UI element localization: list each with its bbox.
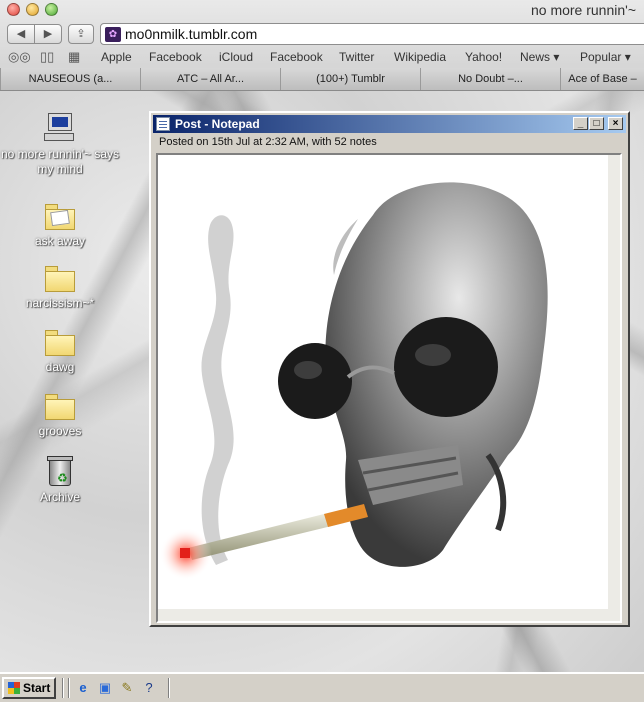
start-button[interactable]: Start <box>2 677 56 699</box>
url-text: mo0nmilk.tumblr.com <box>125 26 258 42</box>
bookmark-icloud[interactable]: iCloud <box>219 50 253 64</box>
notepad-titlebar[interactable]: Post - Notepad _ □ × <box>153 115 626 133</box>
tab-no-doubt[interactable]: No Doubt –... <box>420 68 560 90</box>
browser-toolbar: ◀ ▶ ⇪ ✿ mo0nmilk.tumblr.com <box>0 21 644 47</box>
bookmark-yahoo[interactable]: Yahoo! <box>465 50 502 64</box>
close-button[interactable]: × <box>608 117 623 130</box>
bookmarks-bar: ◎◎ ▯▯ ▦ Apple Facebook iCloud Facebook T… <box>0 47 644 67</box>
desktop-icon-dawg[interactable]: dawg <box>0 326 120 375</box>
help-icon[interactable]: ? <box>140 679 158 697</box>
open-folder-icon <box>45 204 75 230</box>
recycle-bin-icon: ♻ <box>47 456 73 486</box>
bookmark-apple[interactable]: Apple <box>101 50 132 64</box>
desktop-icon-label: no more runnin'~ says my mind <box>0 147 120 176</box>
folder-icon <box>45 330 75 356</box>
desktop-icon[interactable]: ▣ <box>96 679 114 697</box>
horizontal-scrollbar[interactable] <box>158 609 620 621</box>
taskbar-separator <box>62 678 64 698</box>
internet-explorer-icon[interactable]: e <box>74 679 92 697</box>
zoom-window-button[interactable] <box>45 3 58 16</box>
bookmark-wikipedia[interactable]: Wikipedia <box>394 50 446 64</box>
window-title: no more runnin'~ <box>530 2 636 18</box>
back-button[interactable]: ◀ <box>7 24 35 44</box>
desktop-icon-label: narcissism~* <box>25 296 95 310</box>
tab-tumblr[interactable]: (100+) Tumblr <box>280 68 420 90</box>
bookmarks-book-icon[interactable]: ▯▯ <box>40 49 54 65</box>
bookmark-news-menu[interactable]: News ▾ <box>520 50 559 64</box>
notepad-icon[interactable]: ✎ <box>118 679 136 697</box>
desktop-icon-label: grooves <box>38 424 82 438</box>
site-favicon-icon: ✿ <box>105 27 121 42</box>
browser-chrome: no more runnin'~ ◀ ▶ ⇪ ✿ mo0nmilk.tumblr… <box>0 0 644 91</box>
taskbar-separator <box>68 678 70 698</box>
desktop-icon-label: Archive <box>39 490 80 504</box>
bookmark-facebook-2[interactable]: Facebook <box>270 50 323 64</box>
browser-titlebar: no more runnin'~ <box>0 0 644 20</box>
address-bar[interactable]: ✿ mo0nmilk.tumblr.com <box>100 23 644 45</box>
vertical-scrollbar[interactable] <box>608 155 620 621</box>
reading-list-icon[interactable]: ◎◎ <box>8 49 31 65</box>
maximize-button[interactable]: □ <box>589 117 604 130</box>
notepad-title: Post - Notepad <box>175 117 260 131</box>
share-icon[interactable]: ⇪ <box>68 24 94 44</box>
minimize-button[interactable]: _ <box>573 117 588 130</box>
bookmark-facebook[interactable]: Facebook <box>149 50 202 64</box>
tab-bar: NAUSEOUS (a... ATC – All Ar... (100+) Tu… <box>0 68 644 90</box>
desktop-icon-grooves[interactable]: grooves <box>0 390 120 439</box>
computer-icon <box>44 113 76 143</box>
desktop-icon-label: dawg <box>45 360 75 374</box>
top-sites-grid-icon[interactable]: ▦ <box>68 49 80 65</box>
desktop-icon-narcissism[interactable]: narcissism~* <box>0 262 120 311</box>
close-window-button[interactable] <box>7 3 20 16</box>
start-label: Start <box>23 681 51 695</box>
desktop-icon-home[interactable]: no more runnin'~ says my mind <box>0 113 120 177</box>
forward-button[interactable]: ▶ <box>34 24 62 44</box>
tab-ace-of-base[interactable]: Ace of Base – <box>560 68 644 90</box>
folder-icon <box>45 266 75 292</box>
taskbar-separator <box>168 678 170 698</box>
minimize-window-button[interactable] <box>26 3 39 16</box>
desktop-icon-ask-away[interactable]: ask away <box>0 200 120 249</box>
folder-icon <box>45 394 75 420</box>
post-meta: Posted on 15th Jul at 2:32 AM, with 52 n… <box>159 136 377 148</box>
bookmark-twitter[interactable]: Twitter <box>339 50 374 64</box>
desktop-icon-archive[interactable]: ♻ Archive <box>0 456 120 505</box>
skull-smoking-image <box>160 182 548 580</box>
notepad-window[interactable]: Post - Notepad _ □ × Posted on 15th Jul … <box>149 111 630 627</box>
tab-atc[interactable]: ATC – All Ar... <box>140 68 280 90</box>
windows-logo-icon <box>8 682 20 694</box>
desktop-icon-label: ask away <box>34 234 86 248</box>
post-content <box>156 153 622 623</box>
desktop: no more runnin'~ says my mind ask away n… <box>0 91 644 672</box>
tab-nauseous[interactable]: NAUSEOUS (a... <box>0 68 140 90</box>
bookmark-popular-menu[interactable]: Popular ▾ <box>580 50 631 64</box>
taskbar: Start e ▣ ✎ ? <box>0 672 644 702</box>
notepad-icon <box>156 117 170 131</box>
